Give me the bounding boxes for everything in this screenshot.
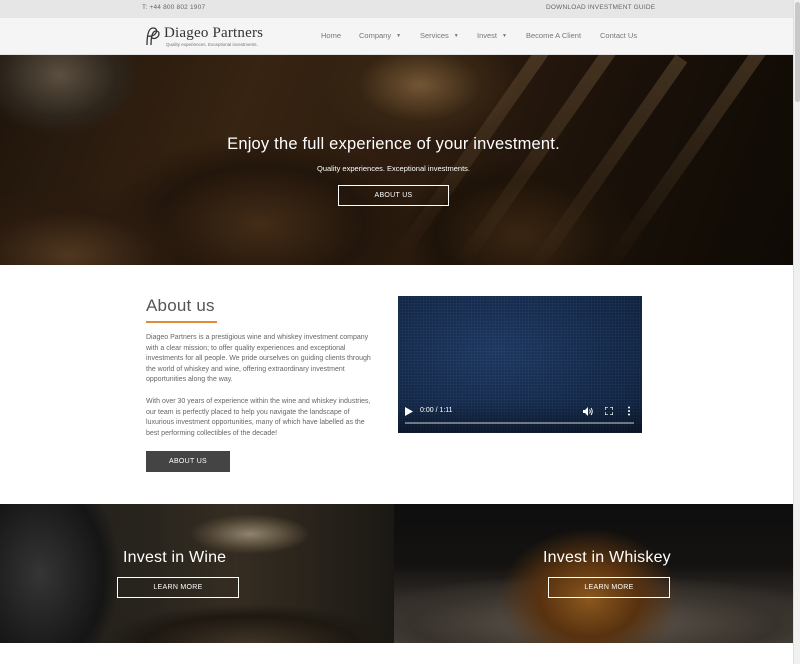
site-header: Diageo Partners Quality experiences. Exc…	[0, 18, 793, 55]
logo[interactable]: Diageo Partners Quality experiences. Exc…	[141, 24, 271, 50]
volume-icon[interactable]	[583, 407, 593, 416]
download-guide-link[interactable]: DOWNLOAD INVESTMENT GUIDE	[546, 4, 655, 11]
nav-company[interactable]: Company ▼	[359, 31, 401, 40]
chevron-down-icon: ▼	[502, 33, 507, 39]
top-bar: T: +44 800 802 1907 DOWNLOAD INVESTMENT …	[0, 0, 793, 18]
about-title: About us	[146, 296, 215, 315]
logo-mark-icon	[146, 27, 160, 46]
video-progress-bar[interactable]	[405, 422, 634, 424]
invest-whiskey-panel: Invest in Whiskey LEARN MORE	[394, 504, 793, 643]
scrollbar-thumb[interactable]	[795, 2, 800, 102]
play-icon[interactable]	[405, 407, 413, 416]
invest-wine-learn-more-button[interactable]: LEARN MORE	[117, 577, 239, 598]
hero-subtitle: Quality experiences. Exceptional investm…	[317, 164, 470, 173]
hero-about-button[interactable]: ABOUT US	[338, 185, 449, 206]
chevron-down-icon: ▼	[453, 33, 459, 39]
nav-home[interactable]: Home	[321, 31, 341, 40]
invest-wine-title: Invest in Wine	[123, 549, 227, 566]
hero-title: Enjoy the full experience of your invest…	[227, 135, 560, 153]
nav-become-a-client[interactable]: Become A Client	[526, 31, 581, 40]
hero-overlay	[0, 55, 793, 265]
chevron-down-icon: ▼	[396, 33, 402, 39]
fullscreen-icon[interactable]	[605, 407, 613, 415]
nav-services[interactable]: Services ▼	[420, 31, 459, 40]
video-time: 0:00 / 1:11	[420, 407, 453, 414]
about-divider	[146, 321, 217, 323]
about-paragraph-2: With over 30 years of experience within …	[146, 398, 371, 437]
invest-wine-panel: Invest in Wine LEARN MORE	[0, 504, 394, 643]
about-us-button[interactable]: ABOUT US	[146, 451, 230, 472]
logo-name: Diageo Partners	[164, 25, 264, 41]
logo-tagline: Quality experiences. Exceptional investm…	[166, 42, 258, 47]
page-footer-space	[0, 643, 793, 664]
phone-number[interactable]: T: +44 800 802 1907	[142, 4, 205, 11]
more-options-icon[interactable]	[627, 406, 631, 416]
panel-overlay	[394, 504, 793, 643]
nav-invest[interactable]: Invest ▼	[477, 31, 507, 40]
nav-contact-us[interactable]: Contact Us	[600, 31, 637, 40]
invest-whiskey-title: Invest in Whiskey	[543, 549, 671, 566]
video-player[interactable]: 0:00 / 1:11	[398, 296, 642, 433]
invest-whiskey-learn-more-button[interactable]: LEARN MORE	[548, 577, 670, 598]
hero-banner: Enjoy the full experience of your invest…	[0, 55, 793, 265]
panel-overlay	[0, 504, 394, 643]
page-scrollbar[interactable]	[793, 0, 800, 664]
about-paragraph-1: Diageo Partners is a prestigious wine an…	[146, 334, 371, 383]
